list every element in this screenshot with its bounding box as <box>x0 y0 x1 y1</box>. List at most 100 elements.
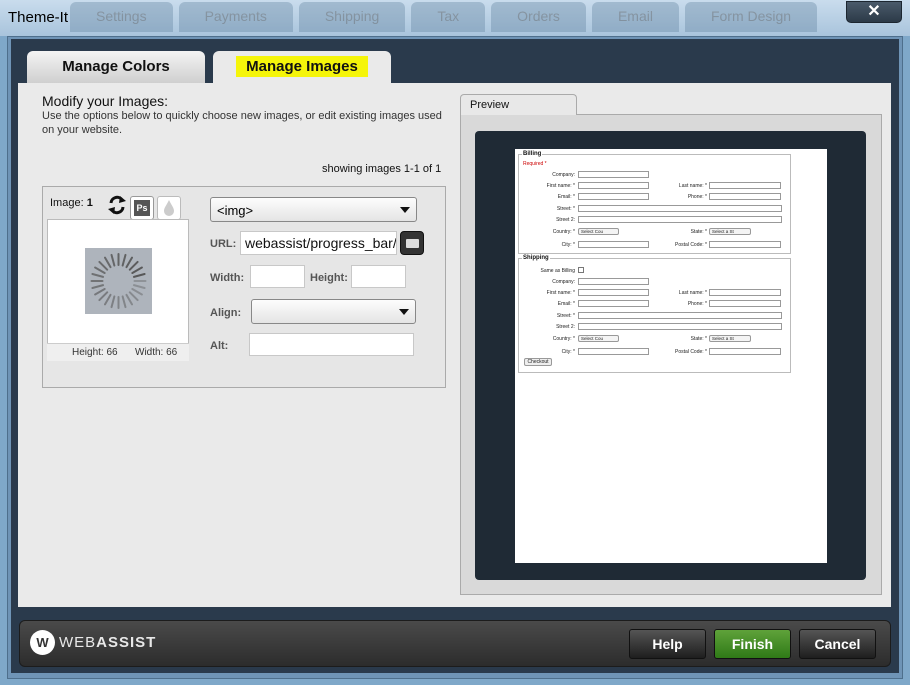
same-as-billing-checkbox[interactable] <box>578 267 584 273</box>
billing-street2-field[interactable] <box>578 216 782 223</box>
image-label: Image: 1 <box>50 197 93 209</box>
background-tab: Form Design <box>684 2 818 32</box>
billing-phone-label: Phone: * <box>687 194 707 200</box>
billing-street2-label: Street 2: <box>556 217 575 223</box>
shipping-first-name-field[interactable] <box>578 289 649 296</box>
background-tab: Email <box>591 2 679 32</box>
billing-phone-field[interactable] <box>709 193 781 200</box>
folder-icon <box>406 239 419 248</box>
window-title: Theme-It <box>8 9 69 26</box>
billing-last-name-label: Last name: * <box>678 183 707 189</box>
shipping-street2-field[interactable] <box>578 323 782 330</box>
shipping-postal-field[interactable] <box>709 348 781 355</box>
tag-select-value: <img> <box>217 203 254 218</box>
shipping-postal-label: Postal Code: * <box>675 349 707 355</box>
thumbnail-dimensions: Height: 66 Width: 66 <box>47 343 189 361</box>
refresh-icon[interactable] <box>107 194 127 216</box>
tag-select[interactable]: <img> <box>210 197 417 222</box>
height-label: Height: <box>310 272 348 284</box>
background-tab: Shipping <box>298 2 406 32</box>
shipping-state-label: State: * <box>690 336 707 342</box>
tab-label: Manage Images <box>236 56 368 77</box>
width-field[interactable] <box>250 265 305 288</box>
billing-postal-field[interactable] <box>709 241 781 248</box>
help-button[interactable]: Help <box>629 629 706 659</box>
width-label: Width: <box>210 272 245 284</box>
required-note: Required * <box>523 161 547 167</box>
drop-icon[interactable] <box>157 196 181 220</box>
photoshop-icon[interactable]: Ps <box>130 196 154 220</box>
billing-company-label: Company: <box>552 172 575 178</box>
shipping-company-label: Company: <box>552 279 575 285</box>
shipping-phone-label: Phone: * <box>687 301 707 307</box>
shipping-city-field[interactable] <box>578 348 649 355</box>
shipping-legend: Shipping <box>522 255 550 261</box>
alt-label: Alt: <box>210 340 229 352</box>
close-button[interactable]: ✕ <box>846 1 902 23</box>
tab-manage-images[interactable]: Manage Images <box>213 51 391 83</box>
url-label: URL: <box>210 238 237 250</box>
billing-street-field[interactable] <box>578 205 782 212</box>
background-tabs: Settings Payments Shipping Tax Orders Em… <box>70 2 818 32</box>
shipping-state-select[interactable]: Select a St <box>709 335 751 342</box>
finish-button[interactable]: Finish <box>714 629 791 659</box>
shipping-street-field[interactable] <box>578 312 782 319</box>
shipping-email-field[interactable] <box>578 300 649 307</box>
browse-folder-button[interactable] <box>400 231 424 255</box>
billing-street-label: Street: * <box>556 206 575 212</box>
align-select[interactable] <box>251 299 416 324</box>
section-description: Use the options below to quickly choose … <box>42 110 442 136</box>
billing-last-name-field[interactable] <box>709 182 781 189</box>
shipping-street-label: Street: * <box>556 313 575 319</box>
shipping-email-label: Email: * <box>557 301 575 307</box>
shipping-street2-label: Street 2: <box>556 324 575 330</box>
same-as-billing-label: Same as Billing <box>540 268 575 274</box>
shipping-last-name-label: Last name: * <box>678 290 707 296</box>
title-bar: Settings Payments Shipping Tax Orders Em… <box>0 0 910 36</box>
billing-email-label: Email: * <box>557 194 575 200</box>
billing-city-label: City: * <box>561 242 575 248</box>
billing-first-name-label: First name: * <box>546 183 575 189</box>
tab-manage-colors[interactable]: Manage Colors <box>27 51 205 83</box>
billing-first-name-field[interactable] <box>578 182 649 189</box>
webassist-logo: WEBASSIST <box>59 634 157 651</box>
tab-preview[interactable]: Preview <box>460 94 577 115</box>
image-number: 1 <box>86 197 93 209</box>
billing-country-select[interactable]: Select Cou <box>578 228 619 235</box>
billing-state-select[interactable]: Select a St <box>709 228 751 235</box>
shipping-country-label: Country: * <box>552 336 575 342</box>
section-heading: Modify your Images: <box>42 93 169 109</box>
progress-spinner-image <box>85 248 152 314</box>
shipping-country-select[interactable]: Select Cou <box>578 335 619 342</box>
checkout-button[interactable]: Checkout <box>524 358 552 366</box>
cancel-button[interactable]: Cancel <box>799 629 876 659</box>
billing-city-field[interactable] <box>578 241 649 248</box>
url-field[interactable]: webassist/progress_bar/ <box>240 231 397 255</box>
tab-label: Manage Colors <box>62 58 170 75</box>
billing-company-field[interactable] <box>578 171 649 178</box>
photoshop-icon-text: Ps <box>134 200 150 216</box>
align-label: Align: <box>210 307 242 319</box>
background-tab: Settings <box>70 2 173 32</box>
shipping-city-label: City: * <box>561 349 575 355</box>
chevron-down-icon <box>399 309 409 315</box>
shipping-last-name-field[interactable] <box>709 289 781 296</box>
billing-fieldset <box>518 154 791 254</box>
background-tab: Tax <box>411 2 486 32</box>
thumbnail-width: Width: 66 <box>135 347 178 358</box>
billing-postal-label: Postal Code: * <box>675 242 707 248</box>
billing-legend: Billing <box>522 151 543 157</box>
alt-field[interactable] <box>249 333 414 356</box>
background-tab: Orders <box>491 2 586 32</box>
webassist-logo-icon: W <box>30 630 55 655</box>
showing-count: showing images 1-1 of 1 <box>322 163 442 175</box>
billing-state-label: State: * <box>690 229 707 235</box>
shipping-phone-field[interactable] <box>709 300 781 307</box>
billing-country-label: Country: * <box>552 229 575 235</box>
height-field[interactable] <box>351 265 406 288</box>
shipping-first-name-label: First name: * <box>546 290 575 296</box>
billing-email-field[interactable] <box>578 193 649 200</box>
shipping-company-field[interactable] <box>578 278 649 285</box>
thumbnail-height: Height: 66 <box>72 347 118 358</box>
background-tab: Payments <box>178 2 293 32</box>
